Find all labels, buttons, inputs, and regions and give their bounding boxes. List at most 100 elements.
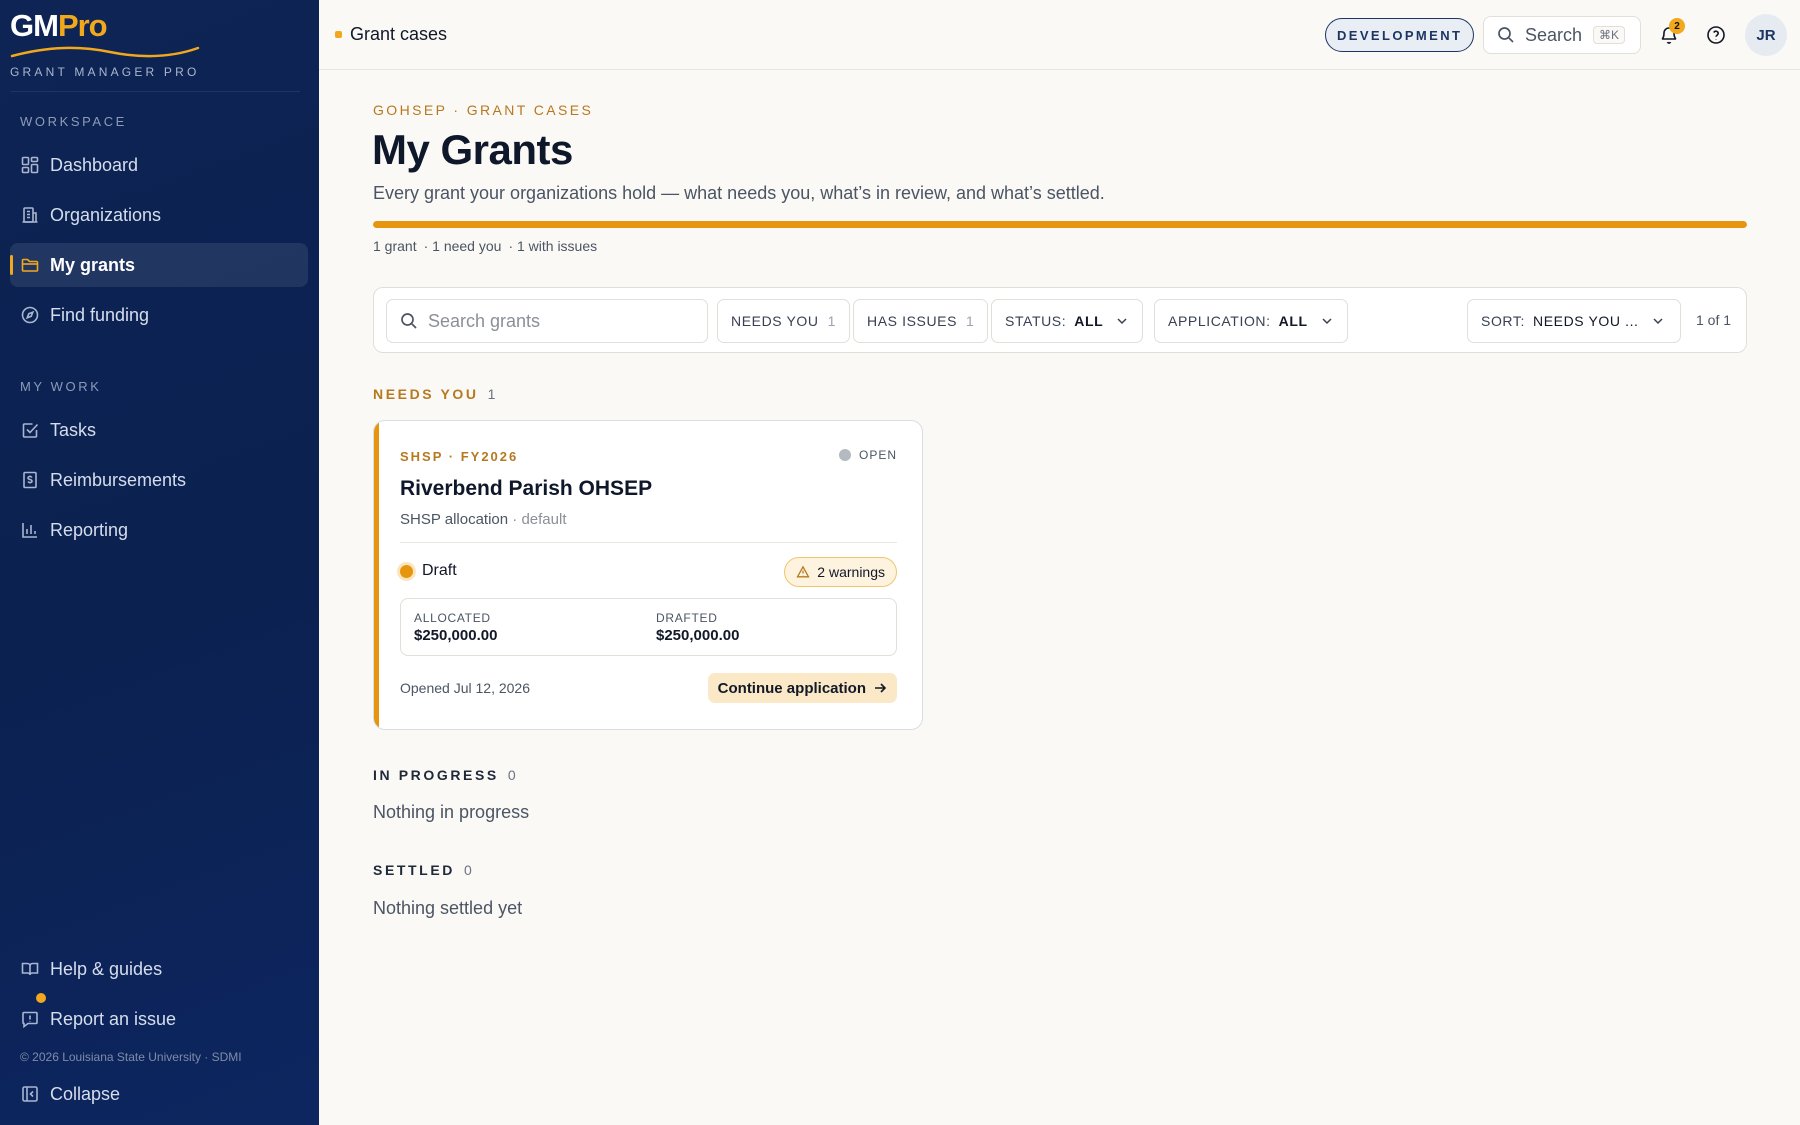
summary-grants: 1 grant <box>373 238 417 254</box>
allocated-value: $250,000.00 <box>414 627 498 644</box>
grant-search-input[interactable] <box>428 310 688 332</box>
message-alert-icon <box>22 1011 38 1029</box>
book-icon <box>21 962 39 976</box>
drafted-label: DRAFTED <box>656 611 718 625</box>
warnings-badge[interactable]: 2 warnings <box>784 557 897 587</box>
section-count: 0 <box>507 767 516 783</box>
sort-dropdown[interactable]: SORT: NEEDS YOU ... <box>1467 299 1681 343</box>
my-work-section-label: MY WORK <box>20 379 102 394</box>
grant-search-field[interactable] <box>386 299 708 343</box>
sidebar-item-label: Organizations <box>50 204 162 225</box>
chevron-down-icon <box>1653 318 1663 325</box>
copyright-text: © 2026 Louisiana State University · SDMI <box>20 1050 242 1064</box>
warnings-label: 2 warnings <box>817 564 885 580</box>
section-label: IN PROGRESS <box>373 767 499 783</box>
section-label: NEEDS YOU <box>373 386 479 402</box>
folder-icon <box>21 258 39 272</box>
sidebar-item-dashboard[interactable]: Dashboard <box>10 143 308 187</box>
settled-section-heading: SETTLED 0 <box>373 862 472 878</box>
environment-badge: DEVELOPMENT <box>1325 18 1475 52</box>
grant-program: SHSP · FY2026 <box>400 449 519 464</box>
building-icon <box>22 207 38 223</box>
filter-bar: NEEDS YOU 1 HAS ISSUES 1 STATUS: ALL APP… <box>373 287 1747 353</box>
bar-chart-icon <box>22 523 37 538</box>
phase-indicator: Draft <box>400 562 457 580</box>
help-button[interactable] <box>1703 22 1729 48</box>
application-dropdown[interactable]: APPLICATION: ALL <box>1154 299 1348 343</box>
compass-icon <box>21 306 39 324</box>
sidebar-item-report-issue[interactable]: Report an issue <box>10 993 308 1041</box>
section-count: 0 <box>463 862 472 878</box>
dropdown-value: ALL <box>1074 313 1104 329</box>
in-progress-section-heading: IN PROGRESS 0 <box>373 767 516 783</box>
sidebar-item-label: Help & guides <box>50 958 163 979</box>
global-search-button[interactable]: Search ⌘K <box>1483 16 1641 54</box>
drafted-value: $250,000.00 <box>656 627 740 644</box>
search-icon <box>401 313 417 329</box>
summary-stats: 1 grant · 1 need you · 1 with issues <box>373 238 597 254</box>
pagination-text: 1 of 1 <box>1696 312 1732 328</box>
filter-label: HAS ISSUES <box>867 313 958 329</box>
sidebar-item-my-grants[interactable]: My grants <box>10 243 308 287</box>
page-description: Every grant your organizations hold — wh… <box>373 183 1105 203</box>
sidebar-item-label: Report an issue <box>50 1008 177 1029</box>
avatar[interactable]: JR <box>1745 14 1787 56</box>
sidebar-item-organizations[interactable]: Organizations <box>10 193 308 237</box>
phase-dot <box>400 564 413 578</box>
summary-need-you: · 1 need you <box>423 238 502 254</box>
page-eyebrow: GOHSEP · GRANT CASES <box>373 102 594 118</box>
status-dot <box>838 449 851 461</box>
needs-you-filter[interactable]: NEEDS YOU 1 <box>717 299 850 343</box>
continue-application-button[interactable]: Continue application <box>707 673 897 703</box>
dropdown-label: SORT: <box>1481 313 1525 329</box>
sidebar-item-find-funding[interactable]: Find funding <box>10 293 308 337</box>
breadcrumb-dot <box>335 31 342 38</box>
sidebar-item-label: Find funding <box>50 304 150 325</box>
allocated-label: ALLOCATED <box>414 611 491 625</box>
dropdown-label: APPLICATION: <box>1168 313 1271 329</box>
breadcrumb[interactable]: Grant cases <box>335 24 447 45</box>
sidebar-item-reimbursements[interactable]: Reimbursements <box>10 458 308 502</box>
dropdown-label: STATUS: <box>1005 313 1067 329</box>
settled-empty-state: Nothing settled yet <box>373 898 523 918</box>
collapse-button[interactable]: Collapse <box>10 1072 308 1116</box>
sidebar: GMPro GRANT MANAGER PRO WORKSPACE Dashbo… <box>0 0 319 1125</box>
notification-count-badge: 2 <box>1669 18 1685 34</box>
brand-subtitle: GRANT MANAGER PRO <box>10 65 200 79</box>
allocation-variant: · default <box>512 511 567 528</box>
sidebar-item-label: My grants <box>50 254 136 275</box>
help-circle-icon <box>1707 26 1725 44</box>
status-dropdown[interactable]: STATUS: ALL <box>991 299 1144 343</box>
dropdown-value: ALL <box>1278 313 1308 329</box>
section-count: 1 <box>487 386 496 402</box>
opened-date: Opened Jul 12, 2026 <box>400 680 530 696</box>
sidebar-item-label: Dashboard <box>50 154 139 175</box>
search-icon <box>1498 27 1514 43</box>
allocation-type: SHSP allocation <box>400 511 509 528</box>
breadcrumb-label: Grant cases <box>350 24 448 44</box>
grant-title[interactable]: Riverbend Parish OHSEP <box>400 477 652 501</box>
has-issues-filter[interactable]: HAS ISSUES 1 <box>853 299 989 343</box>
report-indicator-dot <box>36 993 46 1003</box>
brand-logo[interactable]: GMPro GRANT MANAGER PRO <box>10 8 300 92</box>
arrow-right-icon <box>875 683 887 693</box>
summary-issues: · 1 with issues <box>508 238 598 254</box>
page-title: My Grants <box>372 126 573 173</box>
filter-count: 1 <box>966 313 975 329</box>
notifications-button[interactable]: 2 <box>1656 18 1685 48</box>
grant-card[interactable]: SHSP · FY2026 OPEN Riverbend Parish OHSE… <box>373 420 923 730</box>
button-label: Continue application <box>717 679 866 697</box>
sidebar-item-tasks[interactable]: Tasks <box>10 408 308 452</box>
sidebar-item-reporting[interactable]: Reporting <box>10 508 308 552</box>
sidebar-item-help[interactable]: Help & guides <box>10 947 308 991</box>
dropdown-value: NEEDS YOU ... <box>1532 313 1639 329</box>
section-label: SETTLED <box>373 862 455 878</box>
warning-triangle-icon <box>796 565 810 578</box>
workspace-section-label: WORKSPACE <box>20 114 127 129</box>
chevron-down-icon <box>1322 318 1332 325</box>
receipt-icon <box>23 471 37 489</box>
logo-text: GMPro <box>10 8 108 43</box>
sidebar-item-label: Reimbursements <box>50 469 187 490</box>
filter-label: NEEDS YOU <box>731 313 819 329</box>
filter-count: 1 <box>827 313 836 329</box>
